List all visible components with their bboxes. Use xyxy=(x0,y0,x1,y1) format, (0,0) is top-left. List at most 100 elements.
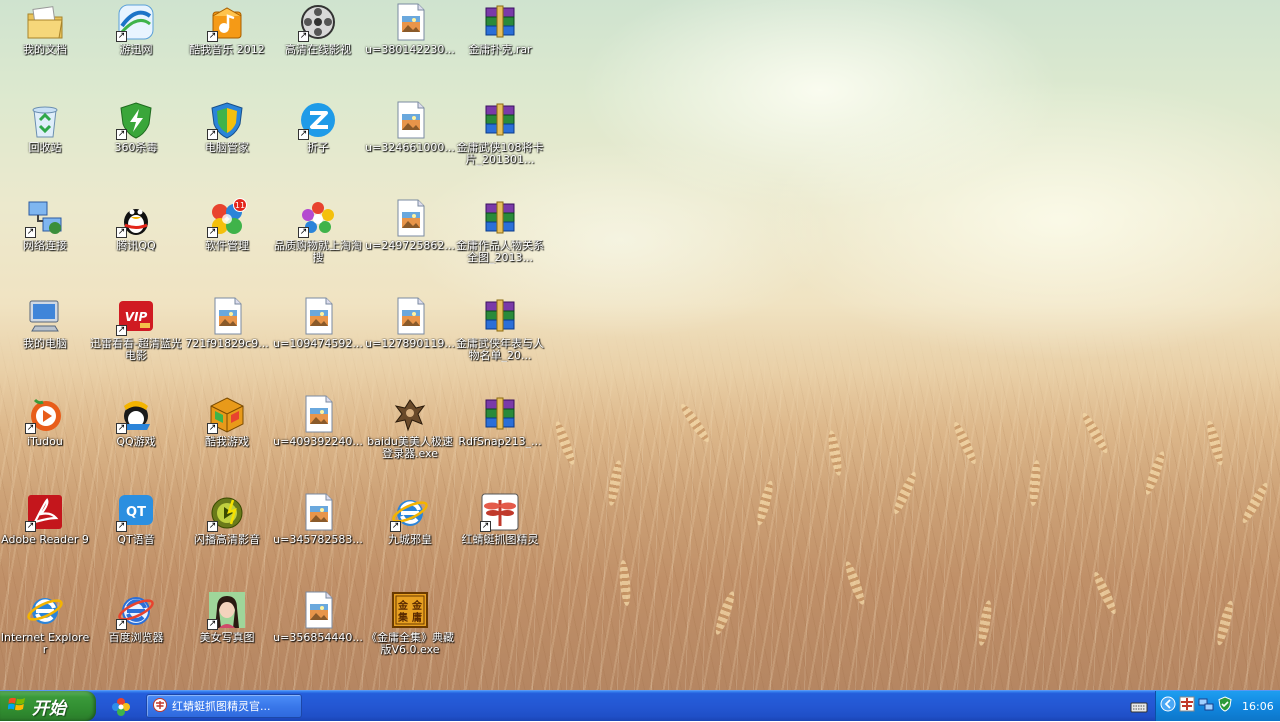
shortcut-arrow-icon: ↗ xyxy=(207,521,218,532)
desktop-icon[interactable]: ↗ 闪播高清影音 xyxy=(180,490,274,586)
desktop-icon-label: 游迅网 xyxy=(119,44,153,56)
desktop-icon-label: 美女写真图 xyxy=(199,632,255,644)
qq-penguin-icon: ↗ xyxy=(116,198,156,238)
shortcut-arrow-icon: ↗ xyxy=(298,227,309,238)
shortcut-arrow-icon: ↗ xyxy=(116,129,127,140)
shortcut-arrow-icon: ↗ xyxy=(116,619,127,630)
desktop-icon[interactable]: u=356854440... xyxy=(271,588,365,684)
desktop[interactable]: 我的文档 回收站 ↗ 网络连接 我的电脑 ↗ iTudou ↗ Adobe Reader 9 In… xyxy=(0,0,1280,690)
desktop-icon-label: u=324661000... xyxy=(365,142,455,154)
desktop-icon[interactable]: 我的电脑 xyxy=(0,294,92,390)
shortcut-arrow-icon: ↗ xyxy=(298,31,309,42)
desktop-icon-label: 金庸作品人物关系全图_2013... xyxy=(456,240,544,264)
media-player-icon: ↗ xyxy=(207,492,247,532)
desktop-icon[interactable]: ↗ 游迅网 xyxy=(89,0,183,96)
image-file-icon xyxy=(390,296,430,336)
desktop-icon[interactable]: ↗ 腾讯QQ xyxy=(89,196,183,292)
desktop-icon-label: QQ游戏 xyxy=(116,436,156,448)
desktop-icon[interactable]: Internet Explorer xyxy=(0,588,92,684)
desktop-icon[interactable]: u=109474592... xyxy=(271,294,365,390)
desktop-icon[interactable]: 721f91829c9... xyxy=(180,294,274,390)
desktop-icon-label: Adobe Reader 9 xyxy=(1,534,89,546)
desktop-icon[interactable]: VIP ↗ 迅雷看看-超清蓝光电影 xyxy=(89,294,183,390)
desktop-icon-label: 721f91829c9... xyxy=(185,338,269,350)
zhezi-icon: ↗ xyxy=(298,100,338,140)
desktop-icon[interactable]: u=345782583... xyxy=(271,490,365,586)
taskbar-window-label: 红蜻蜓抓图精灵官... xyxy=(172,700,271,713)
security-shield-icon[interactable] xyxy=(1217,696,1233,716)
desktop-icon-label: u=127890119... xyxy=(365,338,455,350)
desktop-icon[interactable]: u=324661000... xyxy=(363,98,457,194)
start-button[interactable]: 开始 xyxy=(0,691,96,721)
desktop-icon-label: u=109474592... xyxy=(273,338,363,350)
desktop-icon[interactable]: ↗ 酷我音乐 2012 xyxy=(180,0,274,96)
rar-archive-icon xyxy=(480,198,520,238)
desktop-icon[interactable]: 金庸作品人物关系全图_2013... xyxy=(453,196,547,292)
music-player-icon: ↗ xyxy=(207,2,247,42)
desktop-icon[interactable]: 11 ↗ 软件管理 xyxy=(180,196,274,292)
svg-text:金: 金 xyxy=(397,599,409,612)
tray-app-icon[interactable] xyxy=(1179,696,1195,716)
desktop-icon-label: 品质购物就上淘淘搜 xyxy=(274,240,362,264)
desktop-icon-label: 闪播高清影音 xyxy=(194,534,260,546)
desktop-icon-label: 腾讯QQ xyxy=(116,240,156,252)
desktop-icon[interactable]: QT ↗ QT语音 xyxy=(89,490,183,586)
svg-text:QT: QT xyxy=(126,505,146,520)
desktop-icon[interactable]: ↗ 360杀毒 xyxy=(89,98,183,194)
desktop-icon[interactable]: ↗ 折子 xyxy=(271,98,365,194)
shortcut-arrow-icon: ↗ xyxy=(480,521,491,532)
tray-expand-icon[interactable] xyxy=(1160,696,1176,716)
desktop-icon[interactable]: u=380142230... xyxy=(363,0,457,96)
shortcut-arrow-icon: ↗ xyxy=(116,227,127,238)
desktop-icon[interactable]: ↗ iTudou xyxy=(0,392,92,488)
desktop-icon[interactable]: ↗ 九城邪皇 xyxy=(363,490,457,586)
desktop-icon-label: iTudou xyxy=(27,436,63,448)
keyboard-icon[interactable] xyxy=(1130,699,1148,713)
taskbar-window-button[interactable]: 红蜻蜓抓图精灵官... xyxy=(146,694,302,718)
desktop-icon[interactable]: ↗ 网络连接 xyxy=(0,196,92,292)
network-tray-icon[interactable] xyxy=(1198,696,1214,716)
quick-launch-flower-icon[interactable] xyxy=(108,696,134,718)
desktop-icon[interactable]: ↗ 酷我游戏 xyxy=(180,392,274,488)
shortcut-arrow-icon: ↗ xyxy=(116,423,127,434)
desktop-icon-label: 酷我游戏 xyxy=(205,436,249,448)
desktop-icon[interactable]: 金金集庸《金庸全集》典藏版V6.0.exe xyxy=(363,588,457,684)
desktop-icon-label: u=409392240... xyxy=(273,436,363,448)
desktop-icon[interactable]: ↗ 高清在线影视 xyxy=(271,0,365,96)
desktop-icon-label: 迅雷看看-超清蓝光电影 xyxy=(90,338,182,362)
desktop-icon[interactable]: ↗ QQ游戏 xyxy=(89,392,183,488)
desktop-icon[interactable]: ↗ Adobe Reader 9 xyxy=(0,490,92,586)
qt-voice-icon: QT ↗ xyxy=(116,492,156,532)
clock[interactable]: 16:06 xyxy=(1242,700,1274,713)
desktop-icon[interactable]: 金庸武侠年表与人物名单_20... xyxy=(453,294,547,390)
desktop-icon[interactable]: 金庸武侠108将卡片_201301... xyxy=(453,98,547,194)
desktop-icon[interactable]: RdfSnap213_... xyxy=(453,392,547,488)
desktop-icon-label: baidu美美人极速登录器.exe xyxy=(367,436,453,460)
desktop-icon[interactable]: ↗ 红蜻蜓抓图精灵 xyxy=(453,490,547,586)
adobe-reader-icon: ↗ xyxy=(25,492,65,532)
desktop-icon[interactable]: 回收站 xyxy=(0,98,92,194)
desktop-icon[interactable]: ↗ 电脑管家 xyxy=(180,98,274,194)
windows-logo-icon xyxy=(7,696,26,716)
image-file-icon xyxy=(390,2,430,42)
dragonfly-capture-icon: ↗ xyxy=(480,492,520,532)
desktop-icon[interactable]: 金庸扑克.rar xyxy=(453,0,547,96)
desktop-icon[interactable]: ↗ 品质购物就上淘淘搜 xyxy=(271,196,365,292)
desktop-icon-label: 网络连接 xyxy=(23,240,67,252)
jinyong-book-icon: 金金集庸 xyxy=(390,590,430,630)
desktop-icon[interactable]: baidu美美人极速登录器.exe xyxy=(363,392,457,488)
shortcut-arrow-icon: ↗ xyxy=(116,325,127,336)
baidu-browser-icon: ↗ xyxy=(116,590,156,630)
image-file-icon xyxy=(207,296,247,336)
desktop-icon[interactable]: u=249725862... xyxy=(363,196,457,292)
photo-portrait-icon: ↗ xyxy=(207,590,247,630)
desktop-icon[interactable]: ↗ 美女写真图 xyxy=(180,588,274,684)
shortcut-arrow-icon: ↗ xyxy=(207,227,218,238)
desktop-icon[interactable]: 我的文档 xyxy=(0,0,92,96)
desktop-icon[interactable]: u=409392240... xyxy=(271,392,365,488)
internet-explorer-icon: ↗ xyxy=(390,492,430,532)
desktop-icon-label: 金庸扑克.rar xyxy=(468,44,532,56)
shortcut-arrow-icon: ↗ xyxy=(207,31,218,42)
desktop-icon[interactable]: ↗ 百度浏览器 xyxy=(89,588,183,684)
desktop-icon[interactable]: u=127890119... xyxy=(363,294,457,390)
